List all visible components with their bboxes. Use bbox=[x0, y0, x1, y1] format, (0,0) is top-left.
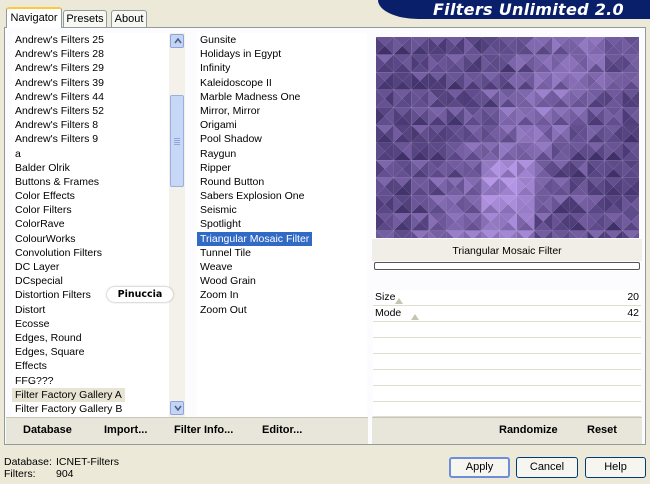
param-row-empty bbox=[373, 386, 641, 402]
category-list-item[interactable]: Filter Factory Gallery A bbox=[12, 387, 125, 402]
filter-list-item[interactable]: Weave bbox=[197, 260, 367, 274]
category-list-item[interactable]: Andrew's Filters 28 bbox=[12, 47, 169, 61]
left-button-bar: Database Import... Filter Info... Editor… bbox=[6, 417, 368, 444]
progress-bar bbox=[374, 262, 640, 270]
right-button-bar: Randomize Reset bbox=[372, 417, 642, 444]
param-row-empty bbox=[373, 354, 641, 370]
filter-list-item[interactable]: Sabers Explosion One bbox=[197, 189, 367, 203]
category-list-item[interactable]: Edges, Round bbox=[12, 331, 169, 345]
category-list-item[interactable]: Andrew's Filters 52 bbox=[12, 104, 169, 118]
chevron-down-icon bbox=[174, 405, 182, 411]
category-list-item[interactable]: Ecosse bbox=[12, 317, 169, 331]
filter-list-item[interactable]: Round Button bbox=[197, 175, 367, 189]
tab-about[interactable]: About bbox=[111, 10, 147, 27]
import-button[interactable]: Import... bbox=[104, 424, 147, 436]
title-banner: Filters Unlimited 2.0 bbox=[378, 0, 650, 19]
filter-list-item[interactable]: Mirror, Mirror bbox=[197, 104, 367, 118]
filter-list-item[interactable]: Marble Madness One bbox=[197, 90, 367, 104]
filter-list-item[interactable]: Triangular Mosaic Filter bbox=[197, 231, 313, 246]
category-list-item[interactable]: Effects bbox=[12, 359, 169, 373]
mosaic-preview-graphic bbox=[376, 37, 639, 238]
filter-list-item[interactable]: Ripper bbox=[197, 161, 367, 175]
category-list[interactable]: Andrew's Filters 25 Andrew's Filters 28 An… bbox=[12, 33, 169, 417]
filter-list-item[interactable]: Seismic bbox=[197, 203, 367, 217]
slider-thumb[interactable] bbox=[411, 314, 419, 320]
editor-button[interactable]: Editor... bbox=[262, 424, 302, 436]
param-size-slider[interactable]: Size 20 bbox=[373, 290, 641, 306]
slider-thumb[interactable] bbox=[395, 298, 403, 304]
category-list-item[interactable]: Color Filters bbox=[12, 203, 169, 217]
category-list-item[interactable]: Balder Olrik bbox=[12, 161, 169, 175]
filters-count-label: Filters: bbox=[4, 468, 36, 480]
category-list-item[interactable]: FFG??? bbox=[12, 374, 169, 388]
filter-list-item[interactable]: Zoom In bbox=[197, 288, 367, 302]
category-list-item[interactable]: Distort bbox=[12, 303, 169, 317]
tab-presets[interactable]: Presets bbox=[63, 10, 107, 27]
database-button[interactable]: Database bbox=[23, 424, 72, 436]
param-mode-value: 42 bbox=[627, 307, 639, 319]
param-size-value: 20 bbox=[627, 291, 639, 303]
chevron-up-icon bbox=[174, 38, 182, 44]
preview-image bbox=[376, 37, 639, 238]
filter-list-item[interactable]: Origami bbox=[197, 118, 367, 132]
param-row-empty bbox=[373, 338, 641, 354]
filter-list-item[interactable]: Pool Shadow bbox=[197, 132, 367, 146]
watermark-label: Pinuccia bbox=[107, 287, 173, 302]
filter-list-item[interactable]: Raygun bbox=[197, 147, 367, 161]
category-list-item[interactable]: Color Effects bbox=[12, 189, 169, 203]
filter-list[interactable]: Gunsite Holidays in Egypt Infinity Kaleidos… bbox=[197, 33, 367, 417]
scroll-thumb[interactable] bbox=[170, 95, 184, 187]
apply-button[interactable]: Apply bbox=[449, 457, 510, 478]
category-list-item[interactable]: Andrew's Filters 25 bbox=[12, 33, 169, 47]
category-list-item[interactable]: Andrew's Filters 44 bbox=[12, 90, 169, 104]
param-mode-label: Mode bbox=[375, 307, 402, 319]
category-list-item[interactable]: Convolution Filters bbox=[12, 246, 169, 260]
filter-list-item[interactable]: Spotlight bbox=[197, 217, 367, 231]
category-list-item[interactable]: Andrew's Filters 9 bbox=[12, 132, 169, 146]
param-mode-slider[interactable]: Mode 42 bbox=[373, 306, 641, 322]
database-value: ICNET-Filters bbox=[56, 456, 119, 468]
param-row-empty bbox=[373, 370, 641, 386]
category-list-item[interactable]: Andrew's Filters 29 bbox=[12, 61, 169, 75]
category-list-item[interactable]: Andrew's Filters 8 bbox=[12, 118, 169, 132]
scroll-down-button[interactable] bbox=[170, 401, 184, 415]
filter-list-item[interactable]: Kaleidoscope II bbox=[197, 76, 367, 90]
category-list-item[interactable]: Edges, Square bbox=[12, 345, 169, 359]
filter-list-item[interactable]: Zoom Out bbox=[197, 303, 367, 317]
filter-list-item[interactable]: Wood Grain bbox=[197, 274, 367, 288]
help-button[interactable]: Help bbox=[585, 457, 646, 478]
reset-button[interactable]: Reset bbox=[587, 424, 617, 436]
database-label: Database: bbox=[4, 456, 52, 468]
filter-list-item[interactable]: Tunnel Tile bbox=[197, 246, 367, 260]
filter-list-item[interactable]: Gunsite bbox=[197, 33, 367, 47]
param-row-empty bbox=[373, 402, 641, 417]
category-list-item[interactable]: Andrew's Filters 39 bbox=[12, 76, 169, 90]
category-scrollbar[interactable] bbox=[169, 33, 185, 417]
category-list-item[interactable]: Buttons & Frames bbox=[12, 175, 169, 189]
category-list-item[interactable]: ColourWorks bbox=[12, 232, 169, 246]
cancel-button[interactable]: Cancel bbox=[516, 457, 578, 478]
category-list-item[interactable]: a bbox=[12, 147, 169, 161]
tab-navigator[interactable]: Navigator bbox=[6, 7, 62, 28]
filter-list-item[interactable]: Holidays in Egypt bbox=[197, 47, 367, 61]
preview-filter-name: Triangular Mosaic Filter bbox=[372, 239, 642, 261]
param-size-label: Size bbox=[375, 291, 396, 303]
param-row-empty bbox=[373, 322, 641, 338]
category-list-item[interactable]: DC Layer bbox=[12, 260, 169, 274]
scroll-up-button[interactable] bbox=[170, 34, 184, 48]
category-list-item[interactable]: ColorRave bbox=[12, 217, 169, 231]
randomize-button[interactable]: Randomize bbox=[499, 424, 558, 436]
filters-count-value: 904 bbox=[56, 468, 74, 480]
filter-info-button[interactable]: Filter Info... bbox=[174, 424, 233, 436]
category-list-item[interactable]: Filter Factory Gallery B bbox=[12, 402, 169, 416]
filter-list-item[interactable]: Infinity bbox=[197, 61, 367, 75]
app-title: Filters Unlimited 2.0 bbox=[432, 0, 624, 19]
